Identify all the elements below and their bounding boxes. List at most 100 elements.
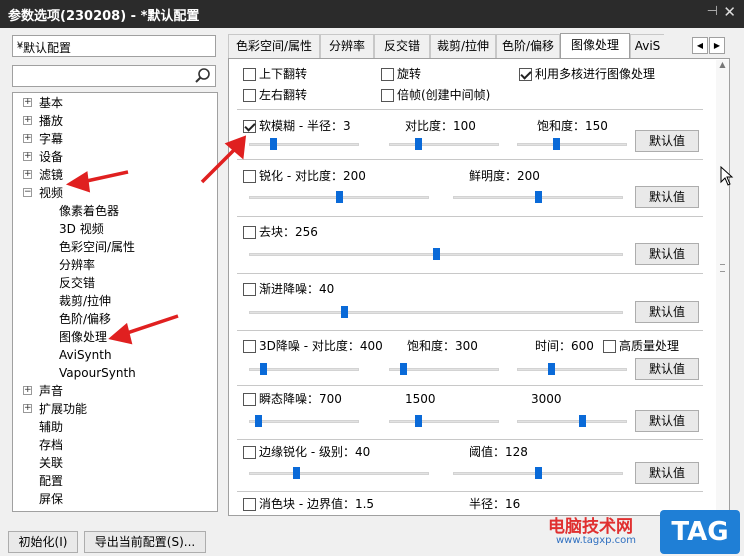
rotate-checkbox[interactable] bbox=[381, 68, 394, 81]
slider-thumb[interactable] bbox=[255, 415, 262, 427]
tree-item[interactable]: 字幕 bbox=[39, 130, 63, 148]
edge-sharpen-default-button[interactable]: 默认值 bbox=[635, 462, 699, 484]
tree-item[interactable]: 存档 bbox=[39, 436, 63, 454]
tree-item[interactable]: 分辨率 bbox=[59, 256, 95, 274]
slider-thumb[interactable] bbox=[535, 467, 542, 479]
slider-thumb[interactable] bbox=[260, 363, 267, 375]
tree-item[interactable]: AviSynth bbox=[59, 346, 112, 364]
tree-item[interactable]: 扩展功能 bbox=[39, 400, 87, 418]
tree-item[interactable]: 播放 bbox=[39, 112, 63, 130]
slider-thumb[interactable] bbox=[553, 138, 560, 150]
transient-denoise-default-button[interactable]: 默认值 bbox=[635, 410, 699, 432]
edge-sharpen-threshold-slider[interactable] bbox=[453, 467, 623, 479]
slider-thumb[interactable] bbox=[415, 415, 422, 427]
slider-thumb[interactable] bbox=[293, 467, 300, 479]
edge-sharpen-checkbox[interactable] bbox=[243, 446, 256, 459]
slider-thumb[interactable] bbox=[548, 363, 555, 375]
scroll-grip-icon[interactable] bbox=[720, 264, 725, 272]
tree-expander-icon[interactable]: + bbox=[23, 116, 32, 125]
slider-thumb[interactable] bbox=[433, 248, 440, 260]
tree-expander-icon[interactable]: + bbox=[23, 386, 32, 395]
slider-thumb[interactable] bbox=[270, 138, 277, 150]
deblock-default-button[interactable]: 默认值 bbox=[635, 243, 699, 265]
export-config-button[interactable]: 导出当前配置(S)... bbox=[84, 531, 206, 553]
transient-denoise-slider-1[interactable] bbox=[249, 415, 359, 427]
tab[interactable]: 反交错 bbox=[374, 34, 430, 58]
high-quality-checkbox[interactable] bbox=[603, 340, 616, 353]
slider-thumb[interactable] bbox=[415, 138, 422, 150]
soft-blur-checkbox[interactable] bbox=[243, 120, 256, 133]
slider-thumb[interactable] bbox=[535, 191, 542, 203]
tree-item[interactable]: 图像处理 bbox=[59, 328, 107, 346]
tree-item[interactable]: 关联 bbox=[39, 454, 63, 472]
tree-item[interactable]: 视频 bbox=[39, 184, 63, 202]
tree-item[interactable]: 设备 bbox=[39, 148, 63, 166]
sharpen-vividness-slider[interactable] bbox=[453, 191, 623, 203]
profile-combo[interactable]: *默认配置 v bbox=[12, 35, 216, 57]
soft-blur-saturation-slider[interactable] bbox=[517, 138, 627, 150]
transient-denoise-checkbox[interactable] bbox=[243, 393, 256, 406]
tree-item[interactable]: 基本 bbox=[39, 94, 63, 112]
progressive-denoise-default-button[interactable]: 默认值 bbox=[635, 301, 699, 323]
progressive-denoise-slider[interactable] bbox=[249, 306, 623, 318]
deblock-checkbox[interactable] bbox=[243, 226, 256, 239]
progressive-denoise-checkbox[interactable] bbox=[243, 283, 256, 296]
tab[interactable]: 图像处理 bbox=[560, 33, 630, 59]
transient-denoise-slider-3[interactable] bbox=[517, 415, 627, 427]
tab[interactable]: 色彩空间/属性 bbox=[228, 34, 320, 58]
slider-thumb[interactable] bbox=[400, 363, 407, 375]
tree-expander-icon[interactable]: − bbox=[23, 188, 32, 197]
slider-thumb[interactable] bbox=[579, 415, 586, 427]
tree-item[interactable]: 色阶/偏移 bbox=[59, 310, 111, 328]
denoise3d-time-slider[interactable] bbox=[517, 363, 627, 375]
initialize-button[interactable]: 初始化(I) bbox=[8, 531, 78, 553]
tree-expander-icon[interactable]: + bbox=[23, 404, 32, 413]
tree-item[interactable]: VapourSynth bbox=[59, 364, 136, 382]
tree-expander-icon[interactable]: + bbox=[23, 152, 32, 161]
sharpen-default-button[interactable]: 默认值 bbox=[635, 186, 699, 208]
tree-expander-icon[interactable]: + bbox=[23, 134, 32, 143]
soft-blur-contrast-slider[interactable] bbox=[389, 138, 499, 150]
tab-scroll-left[interactable]: ◀ bbox=[692, 37, 708, 54]
tree-expander-icon[interactable]: + bbox=[23, 98, 32, 107]
tree-item[interactable]: 裁剪/拉伸 bbox=[59, 292, 111, 310]
soft-blur-radius-slider[interactable] bbox=[249, 138, 359, 150]
double-frame-checkbox[interactable] bbox=[381, 89, 394, 102]
denoise3d-checkbox[interactable] bbox=[243, 340, 256, 353]
tab-scroll-right[interactable]: ▶ bbox=[709, 37, 725, 54]
denoise3d-default-button[interactable]: 默认值 bbox=[635, 358, 699, 380]
flip-vertical-checkbox[interactable] bbox=[243, 68, 256, 81]
slider-thumb[interactable] bbox=[336, 191, 343, 203]
sharpen-contrast-slider[interactable] bbox=[249, 191, 429, 203]
panel-scrollbar[interactable]: ▲ bbox=[716, 60, 729, 514]
deblock-slider[interactable] bbox=[249, 248, 623, 260]
edge-sharpen-level-slider[interactable] bbox=[249, 467, 429, 479]
tree-item[interactable]: 声音 bbox=[39, 382, 63, 400]
denoise3d-contrast-slider[interactable] bbox=[249, 363, 359, 375]
tab[interactable]: 分辨率 bbox=[320, 34, 374, 58]
soft-blur-default-button[interactable]: 默认值 bbox=[635, 130, 699, 152]
tree-item[interactable]: 配置 bbox=[39, 472, 63, 490]
multicore-checkbox[interactable] bbox=[519, 68, 532, 81]
tree-item[interactable]: 像素着色器 bbox=[59, 202, 119, 220]
tree-item[interactable]: 反交错 bbox=[59, 274, 95, 292]
transient-denoise-slider-2[interactable] bbox=[389, 415, 499, 427]
slider-thumb[interactable] bbox=[341, 306, 348, 318]
pin-icon[interactable]: ⊣ bbox=[707, 4, 718, 19]
tree-item[interactable]: 辅助 bbox=[39, 418, 63, 436]
search-input[interactable] bbox=[12, 65, 216, 87]
flip-horizontal-checkbox[interactable] bbox=[243, 89, 256, 102]
tab[interactable]: AviS bbox=[630, 34, 664, 58]
tree-item[interactable]: 滤镜 bbox=[39, 166, 63, 184]
tab[interactable]: 色阶/偏移 bbox=[496, 34, 560, 58]
tree-item[interactable]: 色彩空间/属性 bbox=[59, 238, 135, 256]
tab[interactable]: 裁剪/拉伸 bbox=[430, 34, 496, 58]
scroll-up-icon[interactable]: ▲ bbox=[716, 60, 729, 74]
close-icon[interactable]: ✕ bbox=[723, 3, 736, 21]
sharpen-checkbox[interactable] bbox=[243, 170, 256, 183]
search-icon[interactable] bbox=[193, 66, 213, 86]
deblock-edge-checkbox[interactable] bbox=[243, 498, 256, 511]
tree-expander-icon[interactable]: + bbox=[23, 170, 32, 179]
tree-item[interactable]: 屏保 bbox=[39, 490, 63, 508]
tree-item[interactable]: 3D 视频 bbox=[59, 220, 104, 238]
